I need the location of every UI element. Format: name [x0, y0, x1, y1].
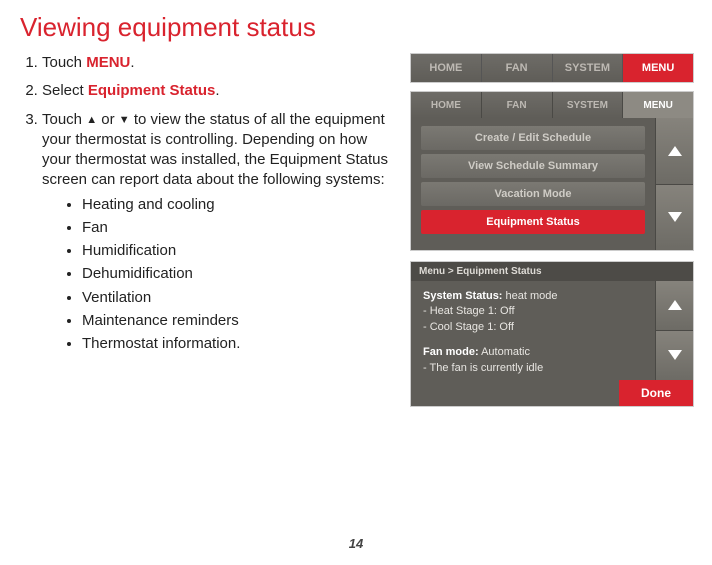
triangle-down-icon: ▼: [119, 114, 130, 126]
scroll-up-button[interactable]: [656, 281, 693, 331]
systems-list: Heating and cooling Fan Humidification D…: [42, 195, 392, 355]
keyword-equipment-status: Equipment Status: [88, 82, 216, 99]
status-info: System Status: heat mode - Heat Stage 1:…: [411, 281, 655, 380]
chevron-down-icon: [668, 212, 682, 222]
tab-system[interactable]: SYSTEM: [553, 54, 624, 82]
breadcrumb: Menu > Equipment Status: [411, 262, 693, 281]
bullet-item: Dehumidification: [82, 264, 392, 284]
page-number: 14: [0, 536, 712, 551]
fan-mode-label: Fan mode:: [423, 346, 479, 358]
chevron-up-icon: [668, 300, 682, 310]
cool-stage-line: - Cool Stage 1: Off: [423, 320, 645, 335]
scroll-up-button[interactable]: [656, 118, 693, 185]
heat-stage-line: - Heat Stage 1: Off: [423, 304, 645, 319]
menu-item-summary[interactable]: View Schedule Summary: [421, 154, 645, 178]
bullet-item: Ventilation: [82, 288, 392, 308]
bullet-item: Heating and cooling: [82, 195, 392, 215]
triangle-up-icon: ▲: [86, 114, 97, 126]
tab-system[interactable]: SYSTEM: [553, 92, 624, 118]
tab-fan[interactable]: FAN: [482, 92, 553, 118]
chevron-up-icon: [668, 146, 682, 156]
bullet-item: Maintenance reminders: [82, 311, 392, 331]
screenshot-tabbar: HOME FAN SYSTEM MENU: [410, 53, 694, 83]
tab-menu[interactable]: MENU: [623, 54, 693, 82]
tab-menu[interactable]: MENU: [623, 92, 693, 118]
bullet-item: Thermostat information.: [82, 334, 392, 354]
fan-status-line: - The fan is currently idle: [423, 361, 645, 376]
instructions-column: Touch MENU. Select Equipment Status. Tou…: [20, 53, 410, 407]
step-2: Select Equipment Status.: [42, 81, 392, 101]
bullet-item: Humidification: [82, 241, 392, 261]
menu-item-equipment-status[interactable]: Equipment Status: [421, 210, 645, 234]
tab-home[interactable]: HOME: [411, 92, 482, 118]
tab-fan[interactable]: FAN: [482, 54, 553, 82]
menu-item-vacation[interactable]: Vacation Mode: [421, 182, 645, 206]
page-title: Viewing equipment status: [0, 0, 712, 53]
scroll-down-button[interactable]: [656, 331, 693, 380]
system-status-value: heat mode: [502, 290, 557, 302]
screenshot-equipment-status: Menu > Equipment Status System Status: h…: [410, 261, 694, 407]
bullet-item: Fan: [82, 218, 392, 238]
fan-mode-value: Automatic: [479, 346, 530, 358]
menu-item-schedule[interactable]: Create / Edit Schedule: [421, 126, 645, 150]
screenshot-menu-list: HOME FAN SYSTEM MENU Create / Edit Sched…: [410, 91, 694, 251]
step-3: Touch ▲ or ▼ to view the status of all t…: [42, 110, 392, 355]
tab-home[interactable]: HOME: [411, 54, 482, 82]
step-1: Touch MENU.: [42, 53, 392, 73]
scroll-down-button[interactable]: [656, 185, 693, 251]
system-status-label: System Status:: [423, 290, 502, 302]
keyword-menu: MENU: [86, 54, 130, 71]
done-button[interactable]: Done: [619, 380, 693, 406]
chevron-down-icon: [668, 350, 682, 360]
screenshots-column: HOME FAN SYSTEM MENU HOME FAN SYSTEM MEN…: [410, 53, 694, 407]
